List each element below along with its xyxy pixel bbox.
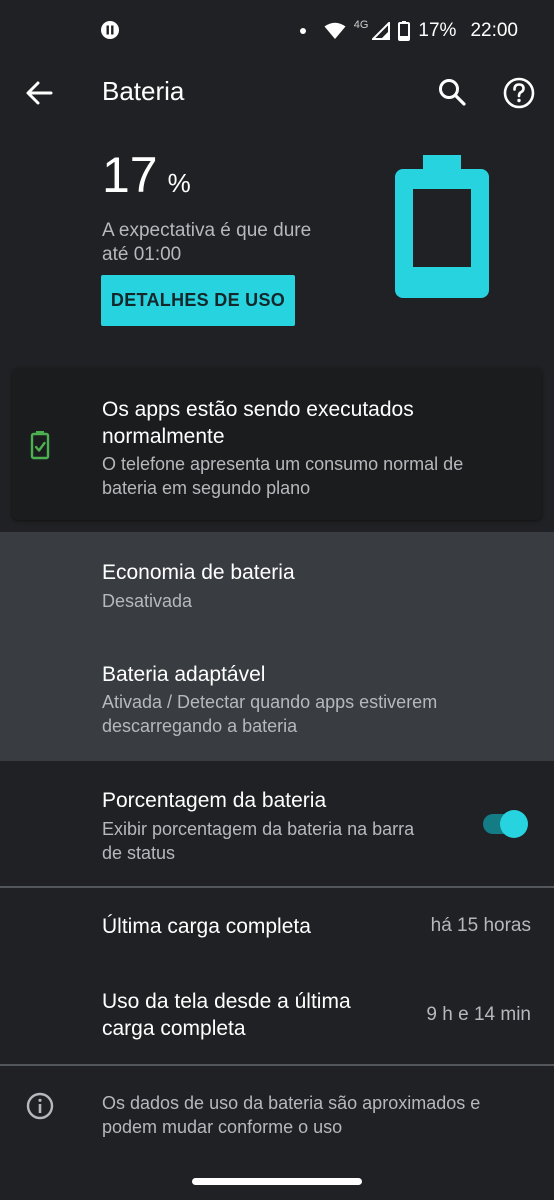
adaptive-battery-subtitle: Ativada / Detectar quando apps estiverem… [102,692,438,736]
back-arrow-icon[interactable] [24,78,54,108]
battery-large-icon [395,155,489,298]
page-title: Bateria [102,76,185,106]
app-bar: Bateria [0,60,554,124]
battery-level-value: 17 [102,147,158,203]
help-icon[interactable] [502,76,536,110]
divider [0,886,554,888]
screen-usage-label: Uso da tela desde a última carga complet… [102,990,351,1040]
signal-icon [372,22,391,40]
usage-details-button[interactable]: DETALHES DE USO [101,275,295,326]
status-bar: 4G 17% 22:00 [0,0,554,60]
battery-check-icon [30,431,50,460]
search-icon[interactable] [436,76,468,108]
status-icons: 4G 17% 22:00 [299,18,518,44]
apps-status-subtitle: O telefone apresenta um consumo normal d… [102,454,464,498]
battery-percentage-title: Porcentagem da bateria [102,789,327,812]
notification-dot-icon [299,28,306,34]
gesture-nav-bar[interactable] [192,1178,362,1185]
wifi-icon [324,22,346,39]
info-icon [26,1092,54,1120]
clock: 22:00 [470,20,518,41]
battery-saver-title: Economia de bateria [102,561,295,584]
adaptive-battery-title: Bateria adaptável [102,663,266,686]
battery-expectation: A expectativa é que dure até 01:00 [102,220,312,265]
footer-note: Os dados de uso da bateria são aproximad… [102,1093,481,1137]
network-type-label: 4G [353,19,369,31]
battery-status-icon [398,21,411,41]
screen-usage-value: 9 h e 14 min [426,1004,531,1025]
pause-icon [101,21,119,39]
battery-level: 17% [102,146,191,204]
apps-status-card[interactable]: Os apps estão sendo executados normalmen… [12,368,542,520]
last-charge-label: Última carga completa [102,915,311,938]
battery-percentage-subtitle: Exibir porcentagem da bateria na barra d… [102,819,415,863]
battery-saver-subtitle: Desativada [102,591,193,611]
toggle-thumb[interactable] [500,810,528,838]
last-charge-value: há 15 horas [430,915,531,936]
divider [0,1064,554,1066]
apps-status-title: Os apps estão sendo executados normalmen… [102,398,414,448]
battery-percent-text: 17% [418,20,457,41]
battery-level-unit: % [167,168,191,198]
